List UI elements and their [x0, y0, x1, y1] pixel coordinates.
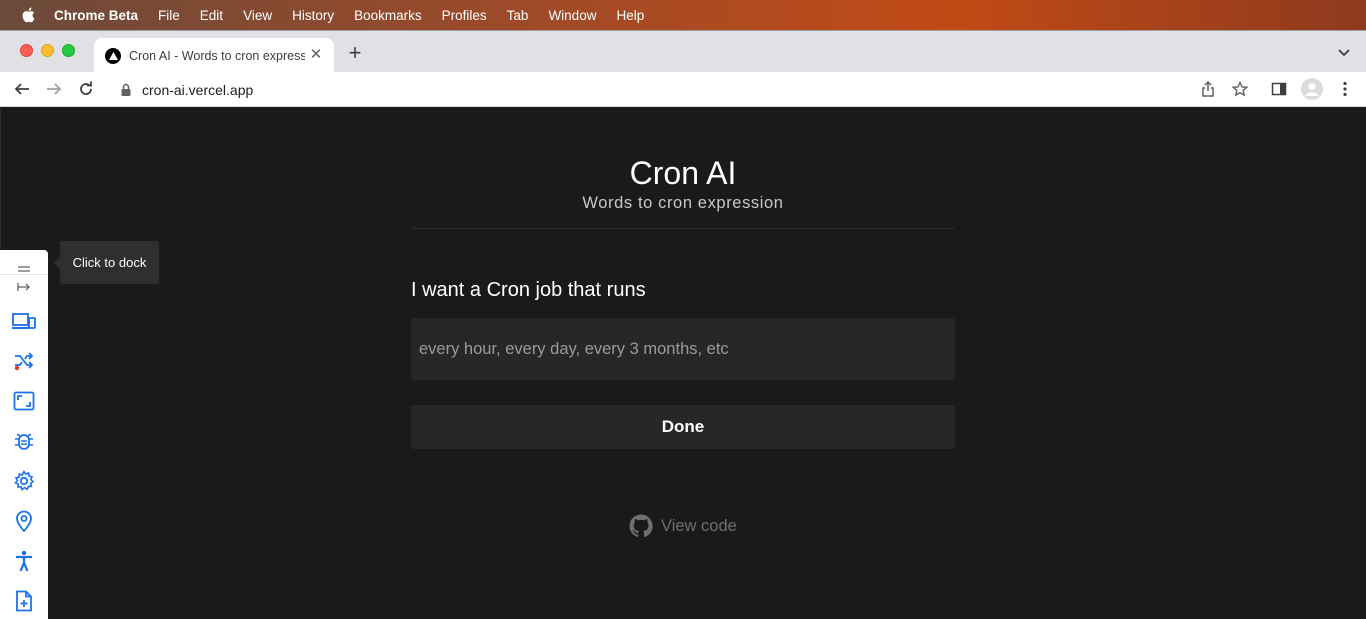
more-menu-icon[interactable]	[1336, 80, 1354, 98]
menu-help[interactable]: Help	[616, 8, 644, 23]
window-controls	[20, 44, 75, 57]
drag-handle-icon[interactable]	[17, 259, 31, 272]
accessibility-icon[interactable]	[12, 549, 36, 573]
profile-avatar-icon[interactable]	[1301, 78, 1323, 100]
close-tab-icon[interactable]: ✕	[308, 47, 324, 63]
settings-icon[interactable]	[12, 469, 36, 493]
address-bar[interactable]: cron-ai.vercel.app	[108, 75, 1260, 104]
macos-menu-bar: Chrome Beta File Edit View History Bookm…	[0, 0, 1366, 30]
menu-history[interactable]: History	[292, 8, 334, 23]
page-content: Cron AI Words to cron expression I want …	[0, 108, 1366, 619]
reload-icon[interactable]	[77, 80, 95, 98]
view-code-link[interactable]: View code	[629, 514, 737, 538]
vercel-favicon-icon	[105, 47, 121, 64]
forward-arrow-icon[interactable]	[45, 80, 63, 98]
apple-icon[interactable]	[20, 7, 36, 23]
menu-window[interactable]: Window	[548, 8, 596, 23]
dock-arrow-icon[interactable]	[16, 280, 32, 294]
url-text[interactable]: cron-ai.vercel.app	[142, 82, 253, 98]
side-panel-icon[interactable]	[1270, 80, 1288, 98]
menu-file[interactable]: File	[158, 8, 180, 23]
browser-tab[interactable]: Cron AI - Words to cron expression ✕	[94, 38, 334, 73]
github-icon	[629, 514, 653, 538]
close-window-button[interactable]	[20, 44, 33, 57]
page-subtitle: Words to cron expression	[582, 194, 784, 212]
shuffle-icon[interactable]	[12, 349, 36, 373]
zoom-window-button[interactable]	[62, 44, 75, 57]
bookmark-star-icon[interactable]	[1231, 80, 1249, 98]
done-button[interactable]: Done	[411, 405, 955, 449]
browser-toolbar: cron-ai.vercel.app	[0, 72, 1366, 107]
prompt-label: I want a Cron job that runs	[411, 279, 646, 301]
view-code-label[interactable]: View code	[661, 517, 737, 536]
menu-app-name[interactable]: Chrome Beta	[54, 8, 138, 23]
menu-profiles[interactable]: Profiles	[442, 8, 487, 23]
bug-icon[interactable]	[12, 429, 36, 453]
dev-toolbar-sidebar	[0, 250, 48, 619]
sidebar-divider	[0, 274, 48, 275]
lock-icon[interactable]	[120, 83, 132, 97]
schedule-input[interactable]	[411, 318, 955, 380]
menu-edit[interactable]: Edit	[200, 8, 223, 23]
page-title: Cron AI	[629, 155, 737, 191]
resize-icon[interactable]	[12, 389, 36, 413]
location-icon[interactable]	[12, 509, 36, 533]
back-arrow-icon[interactable]	[13, 80, 31, 98]
menu-bookmarks[interactable]: Bookmarks	[354, 8, 422, 23]
tab-strip: Cron AI - Words to cron expression ✕ +	[0, 30, 1366, 73]
divider	[411, 228, 955, 229]
tab-title: Cron AI - Words to cron expression	[129, 48, 305, 63]
menu-tab[interactable]: Tab	[507, 8, 529, 23]
devices-icon[interactable]	[12, 309, 36, 333]
file-add-icon[interactable]	[12, 589, 36, 613]
minimize-window-button[interactable]	[41, 44, 54, 57]
tab-search-chevron-icon[interactable]	[1336, 44, 1352, 60]
share-icon[interactable]	[1199, 80, 1217, 98]
menu-view[interactable]: View	[243, 8, 272, 23]
dock-tooltip: Click to dock	[54, 241, 159, 284]
new-tab-button[interactable]: +	[345, 42, 365, 64]
